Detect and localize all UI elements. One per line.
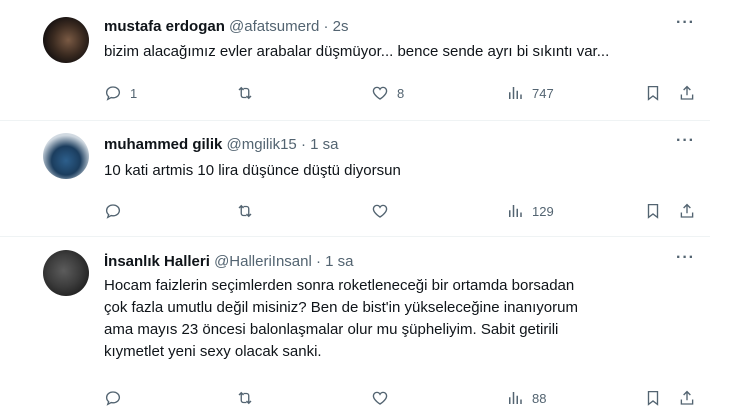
- views-count: 88: [532, 390, 547, 406]
- share-button[interactable]: [678, 200, 696, 222]
- avatar[interactable]: [43, 250, 89, 296]
- right-margin: [710, 0, 730, 420]
- like-button[interactable]: [371, 387, 397, 409]
- action-bar: 129: [104, 200, 704, 222]
- tweet-text-line: 10 kati artmis 10 lira düşünce düştü diy…: [104, 162, 401, 179]
- author-handle[interactable]: @afatsumerd: [229, 18, 319, 35]
- avatar[interactable]: [43, 17, 89, 63]
- bookmark-icon: [647, 85, 659, 101]
- tweet-text-line: Hocam faizlerin seçimlerden sonra roketl…: [104, 277, 575, 294]
- action-bar: 88: [104, 387, 704, 409]
- views-button[interactable]: 747: [506, 82, 554, 104]
- views-button[interactable]: 88: [506, 387, 546, 409]
- tweet-text-line: kıymetlet yeni sexy olacak sanki.: [104, 343, 322, 360]
- author-handle[interactable]: @HalleriInsanl: [214, 253, 312, 270]
- views-icon: [509, 87, 522, 99]
- retweet-button[interactable]: [236, 387, 262, 409]
- author-name[interactable]: mustafa erdogan: [104, 18, 225, 35]
- more-options-icon[interactable]: ···: [676, 249, 695, 267]
- like-icon: [372, 86, 388, 100]
- like-button[interactable]: 8: [371, 82, 404, 104]
- tweet-text-line: ama mayıs 23 öncesi balonlaşmalar olur m…: [104, 321, 559, 338]
- more-options-icon[interactable]: ···: [676, 132, 695, 150]
- bookmark-button[interactable]: [644, 387, 662, 409]
- tweet-3[interactable]: İnsanlık Halleri @HalleriInsanl · 1 sa ·…: [0, 237, 710, 420]
- tweet-header: muhammed gilik @mgilik15 · 1 sa: [104, 135, 338, 155]
- reply-button[interactable]: 1: [104, 82, 137, 104]
- views-count: 129: [532, 203, 554, 219]
- more-options-icon[interactable]: ···: [676, 14, 695, 32]
- retweet-icon: [238, 391, 252, 405]
- share-button[interactable]: [678, 82, 696, 104]
- reply-button[interactable]: [104, 387, 130, 409]
- author-name[interactable]: İnsanlık Halleri: [104, 253, 210, 270]
- tweet-text-line: bizim alacağımız evler arabalar düşmüyor…: [104, 43, 610, 60]
- tweet-2[interactable]: muhammed gilik @mgilik15 · 1 sa ··· 10 k…: [0, 121, 710, 236]
- like-icon: [372, 391, 388, 405]
- timestamp[interactable]: 2s: [333, 18, 349, 35]
- tweet-text: 10 kati artmis 10 lira düşünce düştü diy…: [104, 160, 704, 182]
- bookmark-button[interactable]: [644, 82, 662, 104]
- avatar[interactable]: [43, 133, 89, 179]
- author-handle[interactable]: @mgilik15: [227, 136, 297, 153]
- like-icon: [372, 204, 388, 218]
- timestamp[interactable]: 1 sa: [325, 253, 353, 270]
- tweet-header: mustafa erdogan @afatsumerd · 2s: [104, 17, 348, 37]
- share-icon: [680, 390, 694, 405]
- separator-dot: ·: [316, 253, 321, 270]
- retweet-button[interactable]: [236, 82, 262, 104]
- author-name[interactable]: muhammed gilik: [104, 136, 222, 153]
- reply-button[interactable]: [104, 200, 130, 222]
- tweet-header: İnsanlık Halleri @HalleriInsanl · 1 sa: [104, 252, 354, 272]
- tweet-text: Hocam faizlerin seçimlerden sonra roketl…: [104, 275, 704, 363]
- reply-icon: [105, 204, 121, 219]
- action-bar: 1 8 747: [104, 82, 704, 104]
- views-button[interactable]: 129: [506, 200, 554, 222]
- retweet-button[interactable]: [236, 200, 262, 222]
- bookmark-icon: [647, 390, 659, 406]
- share-button[interactable]: [678, 387, 696, 409]
- reply-icon: [105, 86, 121, 101]
- tweet-text-line: çok fazla umutlu değil misiniz? Ben de b…: [104, 299, 578, 316]
- retweet-icon: [238, 86, 252, 100]
- like-count: 8: [397, 85, 405, 101]
- share-icon: [680, 85, 694, 100]
- separator-dot: ·: [323, 18, 329, 35]
- timestamp[interactable]: 1 sa: [310, 136, 338, 153]
- views-icon: [509, 205, 522, 217]
- tweet-1[interactable]: mustafa erdogan @afatsumerd · 2s ··· biz…: [0, 0, 710, 120]
- views-count: 747: [532, 85, 554, 101]
- tweet-text: bizim alacağımız evler arabalar düşmüyor…: [104, 41, 704, 63]
- reply-count: 1: [130, 85, 138, 101]
- views-icon: [509, 392, 522, 404]
- retweet-icon: [238, 204, 252, 218]
- bookmark-button[interactable]: [644, 200, 662, 222]
- bookmark-icon: [647, 203, 659, 219]
- separator-dot: ·: [300, 136, 306, 153]
- reply-icon: [105, 391, 121, 406]
- share-icon: [680, 203, 694, 218]
- like-button[interactable]: [371, 200, 397, 222]
